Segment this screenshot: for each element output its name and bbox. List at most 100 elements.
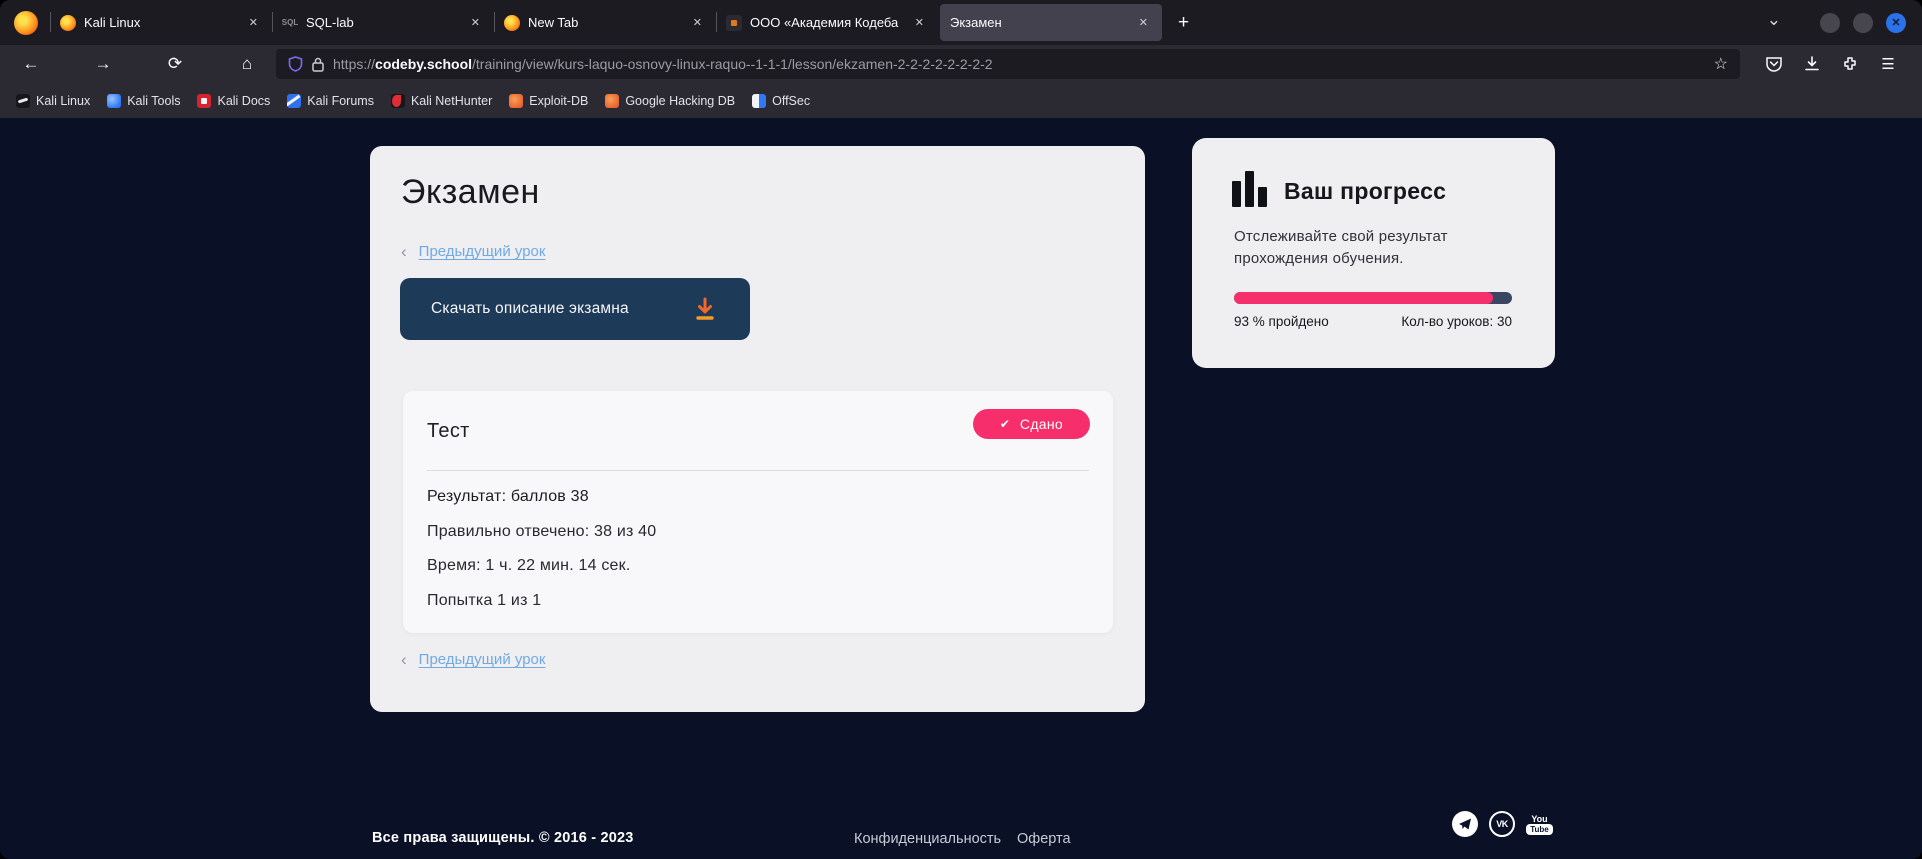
test-results-block: Результат: баллов 38 Правильно отвечено:… bbox=[427, 488, 656, 626]
progress-description: Отслеживайте свой результат прохождения … bbox=[1234, 226, 1479, 270]
tab-title: SQL-lab bbox=[306, 15, 467, 30]
window-minimize-button[interactable] bbox=[1820, 13, 1840, 33]
forward-button[interactable]: → bbox=[86, 50, 120, 78]
back-button[interactable]: ← bbox=[14, 50, 48, 78]
tab-close-icon[interactable]: ✕ bbox=[911, 14, 928, 31]
url-text: https://codeby.school/training/view/kurs… bbox=[333, 56, 1706, 72]
tab-title: Kali Linux bbox=[84, 15, 245, 30]
previous-lesson-label[interactable]: Предыдущий урок bbox=[419, 243, 546, 260]
bookmark-kali-forums[interactable]: Kali Forums bbox=[287, 94, 374, 108]
window-maximize-button[interactable] bbox=[1853, 13, 1873, 33]
tab-title: Экзамен bbox=[950, 15, 1135, 30]
tab-title: New Tab bbox=[528, 15, 689, 30]
sql-favicon-icon: SQL bbox=[282, 15, 298, 31]
exam-card: Экзамен ‹ Предыдущий урок Скачать описан… bbox=[370, 146, 1145, 712]
progress-percent-label: 93 % пройдено bbox=[1234, 314, 1329, 329]
bar-chart-icon bbox=[1232, 171, 1267, 207]
progress-labels: 93 % пройдено Кол-во уроков: 30 bbox=[1234, 314, 1512, 329]
bookmark-label: OffSec bbox=[772, 94, 810, 108]
reload-button[interactable]: ⟳ bbox=[158, 50, 192, 78]
tab-academy-codeby[interactable]: ООО «Академия Кодеба ✕ bbox=[716, 0, 938, 45]
kali-nethunter-icon bbox=[391, 94, 405, 108]
bookmarks-bar: Kali Linux Kali Tools Kali Docs Kali For… bbox=[0, 83, 1922, 118]
divider bbox=[427, 470, 1089, 471]
bookmark-google-hacking-db[interactable]: Google Hacking DB bbox=[605, 94, 735, 108]
tabbar-right-controls: ⌄ ✕ bbox=[1767, 13, 1922, 33]
footer-offer-link[interactable]: Оферта bbox=[1017, 831, 1071, 847]
progress-bar bbox=[1234, 292, 1512, 304]
bookmark-offsec[interactable]: OffSec bbox=[752, 94, 810, 108]
test-result-card: Тест ✔ Сдано Результат: баллов 38 Правил… bbox=[403, 391, 1113, 633]
home-button[interactable]: ⌂ bbox=[230, 50, 264, 78]
tab-close-icon[interactable]: ✕ bbox=[1135, 14, 1152, 31]
result-time-line: Время: 1 ч. 22 мин. 14 сек. bbox=[427, 557, 656, 575]
bookmark-label: Google Hacking DB bbox=[625, 94, 735, 108]
vk-logo-text: VK bbox=[1496, 819, 1508, 829]
tab-ekzamen-active[interactable]: Экзамен ✕ bbox=[940, 4, 1162, 41]
tab-kali-linux[interactable]: Kali Linux ✕ bbox=[50, 0, 272, 45]
page-viewport: Экзамен ‹ Предыдущий урок Скачать описан… bbox=[0, 118, 1922, 859]
bookmark-kali-tools[interactable]: Kali Tools bbox=[107, 94, 180, 108]
url-scheme: https:// bbox=[333, 56, 375, 72]
previous-lesson-link-bottom[interactable]: ‹ Предыдущий урок bbox=[401, 651, 545, 668]
tab-sql-lab[interactable]: SQL SQL-lab ✕ bbox=[272, 0, 494, 45]
youtube-logo-bottom: Tube bbox=[1526, 824, 1553, 835]
progress-bar-fill bbox=[1234, 292, 1493, 304]
browser-window: Kali Linux ✕ SQL SQL-lab ✕ New Tab ✕ ООО… bbox=[0, 0, 1922, 859]
bookmark-label: Exploit-DB bbox=[529, 94, 588, 108]
result-correct-line: Правильно отвечено: 38 из 40 bbox=[427, 523, 656, 541]
url-domain: codeby.school bbox=[375, 56, 472, 72]
bookmark-star-icon[interactable]: ☆ bbox=[1714, 54, 1728, 74]
vk-icon[interactable]: VK bbox=[1489, 811, 1515, 837]
footer-privacy-link[interactable]: Конфиденциальность bbox=[854, 831, 1001, 847]
window-close-button[interactable]: ✕ bbox=[1886, 13, 1906, 33]
tab-title: ООО «Академия Кодеба bbox=[750, 15, 911, 30]
bookmark-label: Kali Linux bbox=[36, 94, 90, 108]
bookmark-label: Kali Tools bbox=[127, 94, 180, 108]
tab-new-tab[interactable]: New Tab ✕ bbox=[494, 0, 716, 45]
kali-tools-icon bbox=[107, 94, 121, 108]
checkmark-icon: ✔ bbox=[1000, 417, 1010, 431]
pocket-icon[interactable] bbox=[1762, 51, 1786, 77]
previous-lesson-link-top[interactable]: ‹ Предыдущий урок bbox=[401, 243, 545, 260]
firefox-logo-icon bbox=[14, 11, 38, 35]
downloads-icon[interactable] bbox=[1800, 51, 1824, 77]
result-score-line: Результат: баллов 38 bbox=[427, 488, 656, 506]
kali-docs-icon bbox=[197, 94, 211, 108]
previous-lesson-label[interactable]: Предыдущий урок bbox=[419, 651, 546, 668]
menu-hamburger-icon[interactable]: ☰ bbox=[1876, 51, 1900, 77]
progress-title: Ваш прогресс bbox=[1284, 178, 1446, 207]
codeby-favicon-icon bbox=[726, 15, 742, 31]
chevron-left-icon: ‹ bbox=[401, 653, 407, 667]
kali-forums-icon bbox=[287, 94, 301, 108]
new-tab-button[interactable]: + bbox=[1168, 10, 1199, 36]
google-hacking-db-icon bbox=[605, 94, 619, 108]
youtube-icon[interactable]: You Tube bbox=[1526, 814, 1553, 835]
bookmark-exploit-db[interactable]: Exploit-DB bbox=[509, 94, 588, 108]
toolbar-right-icons: ☰ bbox=[1740, 51, 1908, 77]
progress-header: Ваш прогресс bbox=[1232, 171, 1446, 207]
tracking-protection-shield-icon[interactable] bbox=[288, 56, 303, 72]
tab-close-icon[interactable]: ✕ bbox=[689, 14, 706, 31]
kali-dragon-icon bbox=[16, 94, 30, 108]
tab-close-icon[interactable]: ✕ bbox=[245, 14, 262, 31]
lock-icon[interactable] bbox=[312, 57, 324, 72]
test-title: Тест bbox=[427, 420, 470, 443]
list-all-tabs-icon[interactable]: ⌄ bbox=[1767, 15, 1807, 31]
telegram-icon[interactable] bbox=[1452, 811, 1478, 837]
bookmark-kali-linux[interactable]: Kali Linux bbox=[16, 94, 90, 108]
url-bar[interactable]: https://codeby.school/training/view/kurs… bbox=[276, 49, 1740, 79]
offsec-icon bbox=[752, 94, 766, 108]
bookmark-kali-docs[interactable]: Kali Docs bbox=[197, 94, 270, 108]
progress-lessons-count: Кол-во уроков: 30 bbox=[1401, 314, 1512, 329]
firefox-favicon-icon bbox=[60, 15, 76, 31]
status-badge-passed[interactable]: ✔ Сдано bbox=[973, 409, 1090, 439]
footer-social-icons: VK You Tube bbox=[1452, 811, 1553, 837]
tab-close-icon[interactable]: ✕ bbox=[467, 14, 484, 31]
extensions-puzzle-icon[interactable] bbox=[1838, 51, 1862, 77]
download-button-label: Скачать описание экзамна bbox=[431, 300, 692, 318]
download-exam-description-button[interactable]: Скачать описание экзамна bbox=[400, 278, 750, 340]
status-badge-label: Сдано bbox=[1020, 416, 1063, 432]
bookmark-kali-nethunter[interactable]: Kali NetHunter bbox=[391, 94, 492, 108]
result-attempt-line: Попытка 1 из 1 bbox=[427, 592, 656, 610]
